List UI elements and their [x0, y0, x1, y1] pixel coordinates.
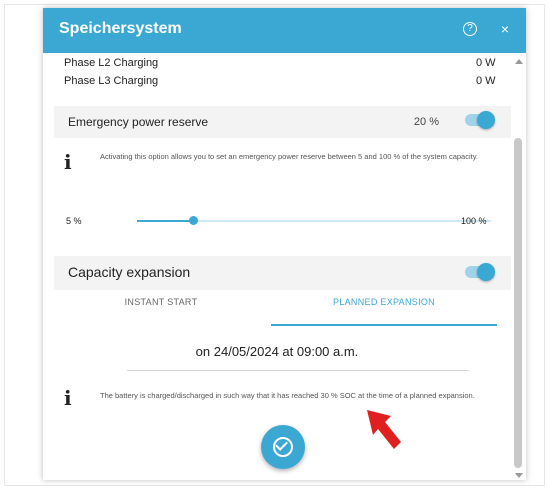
info-icon: i: [64, 150, 72, 174]
slider-thumb[interactable]: [189, 216, 198, 225]
dialog-content: Phase L2 Charging 0 W Phase L3 Charging …: [43, 53, 511, 480]
scroll-down-arrow-icon[interactable]: [515, 473, 523, 478]
emergency-reserve-label: Emergency power reserve: [68, 115, 209, 129]
active-tab-indicator: [271, 324, 497, 326]
emergency-reserve-toggle[interactable]: [465, 111, 495, 129]
emergency-info-text: Activating this option allows you to set…: [100, 152, 478, 161]
capacity-info-text: The battery is charged/discharged in suc…: [100, 391, 475, 400]
confirm-button[interactable]: [261, 425, 305, 469]
scroll-thumb[interactable]: [514, 138, 522, 468]
toggle-knob: [477, 111, 495, 129]
phase-l3-value: 0 W: [476, 75, 496, 87]
annotation-arrow-icon: [367, 410, 401, 449]
scroll-up-arrow-icon[interactable]: [515, 59, 523, 64]
capacity-expansion-row: Capacity expansion: [54, 256, 511, 290]
phase-l3-label: Phase L3 Charging: [64, 75, 159, 87]
info-icon: i: [64, 386, 72, 410]
capacity-expansion-toggle[interactable]: [465, 263, 495, 281]
dialog-header: Speichersystem ? ×: [43, 8, 526, 53]
emergency-reserve-percent: 20 %: [413, 116, 439, 128]
capacity-expansion-label: Capacity expansion: [68, 264, 191, 280]
planned-expansion-date[interactable]: on 24/05/2024 at 09:00 a.m.: [43, 344, 511, 359]
toggle-knob: [477, 263, 495, 281]
close-icon[interactable]: ×: [497, 21, 513, 37]
emergency-reserve-slider[interactable]: [137, 216, 491, 225]
date-field-underline: [127, 370, 469, 371]
emergency-reserve-row: Emergency power reserve 20 %: [54, 106, 511, 138]
phase-l2-label: Phase L2 Charging: [64, 57, 159, 69]
slider-min-label: 5 %: [66, 216, 82, 226]
slider-fill: [137, 220, 193, 222]
phase-l2-value: 0 W: [476, 57, 496, 69]
storage-system-dialog: Speichersystem ? × Phase L2 Charging 0 W…: [43, 8, 526, 480]
scrollbar[interactable]: [511, 53, 526, 480]
help-icon[interactable]: ?: [463, 22, 477, 36]
slider-max-label: 100 %: [461, 216, 487, 226]
dialog-title: Speichersystem: [59, 20, 182, 37]
tab-instant-start[interactable]: INSTANT START: [54, 297, 268, 307]
tab-planned-expansion[interactable]: PLANNED EXPANSION: [271, 297, 497, 307]
